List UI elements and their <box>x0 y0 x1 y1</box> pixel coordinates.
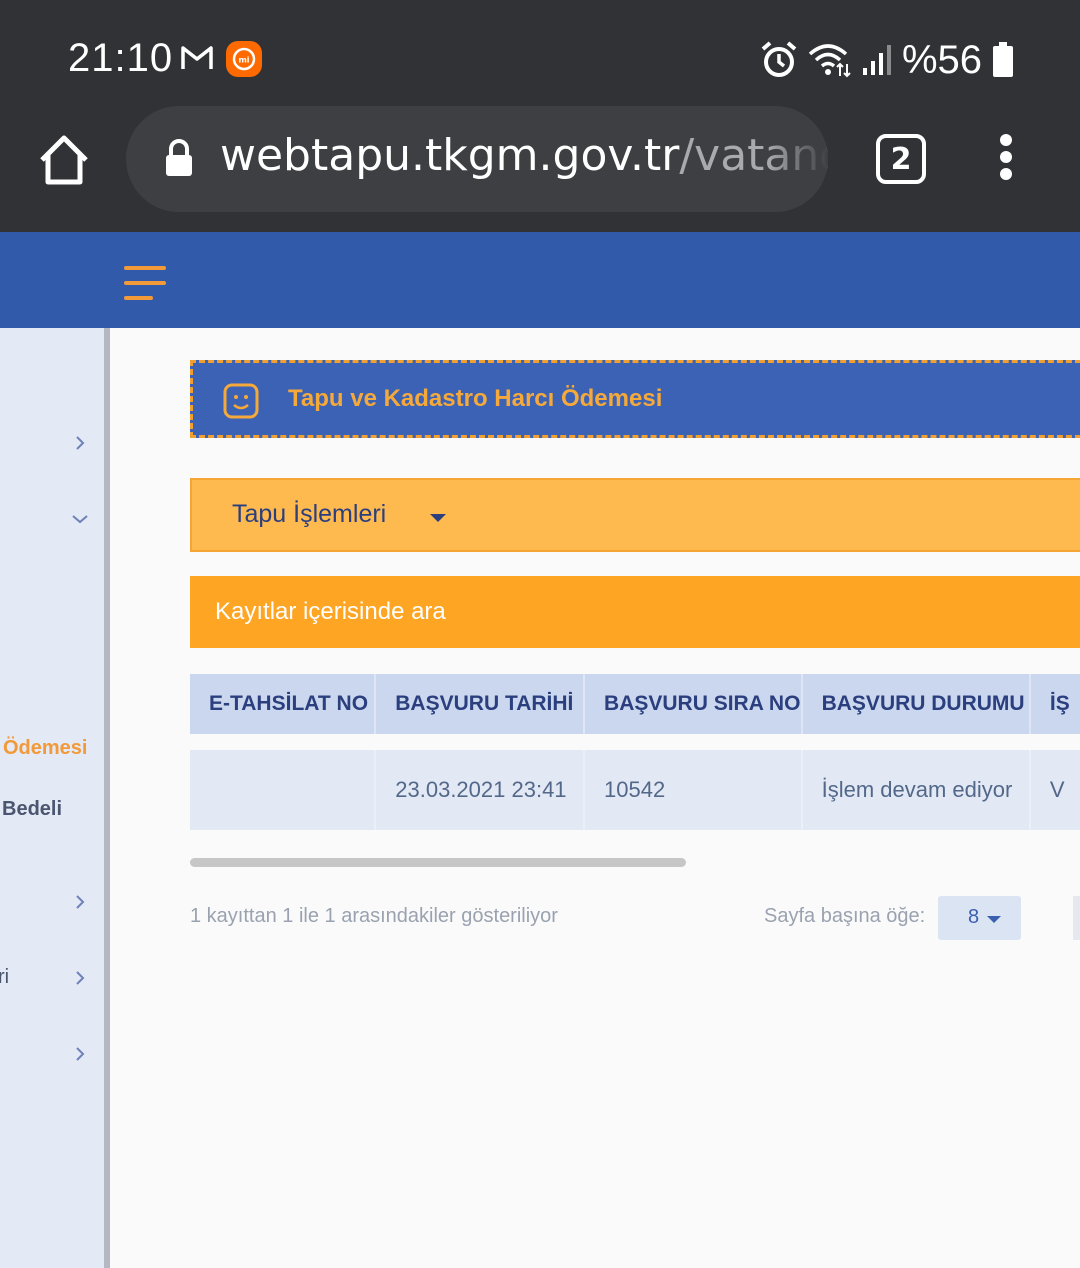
column-header[interactable]: BAŞVURU SIRA NO <box>585 674 803 734</box>
status-icons: %56 <box>760 38 1014 82</box>
column-header[interactable]: İŞ <box>1031 674 1080 734</box>
sidebar-item-odemesi[interactable]: Ödemesi <box>3 737 87 760</box>
caret-down-icon <box>430 514 446 522</box>
horizontal-scrollbar[interactable] <box>190 858 686 867</box>
smile-icon <box>223 383 259 419</box>
table-cell <box>190 750 377 830</box>
url-text[interactable]: webtapu.tkgm.gov.tr/vatanda <box>220 130 828 181</box>
page-title: Tapu ve Kadastro Harcı Ödemesi <box>288 385 663 412</box>
sidebar-item-ri[interactable]: ri <box>0 966 9 989</box>
wifi-icon <box>808 44 851 78</box>
transaction-type-dropdown[interactable]: Tapu İşlemleri <box>190 478 1080 552</box>
alarm-icon <box>761 41 797 77</box>
per-page-label: Sayfa başına öğe: <box>764 905 926 927</box>
chevron-right-icon[interactable] <box>70 968 90 988</box>
sidebar-item-bedeli[interactable]: Bedeli <box>2 798 62 821</box>
column-header[interactable]: E-TAHSİLAT NO <box>190 674 377 734</box>
gmail-icon <box>181 46 213 69</box>
battery-icon <box>993 42 1013 77</box>
address-bar[interactable]: webtapu.tkgm.gov.tr/vatanda <box>126 106 828 212</box>
mi-app-icon: mi <box>226 41 262 77</box>
column-header[interactable]: BAŞVURU DURUMU <box>803 674 1031 734</box>
search-input[interactable]: Kayıtlar içerisinde ara <box>190 576 1080 648</box>
svg-text:mi: mi <box>238 56 249 65</box>
pagination-info: 1 kayıttan 1 ile 1 arasındakiler gösteri… <box>190 905 558 927</box>
caret-down-icon <box>987 916 1001 923</box>
chevron-right-icon[interactable] <box>70 892 90 912</box>
tab-count: 2 <box>890 141 912 177</box>
home-icon[interactable] <box>36 132 92 188</box>
hamburger-menu-icon[interactable] <box>124 266 166 304</box>
chevron-right-icon[interactable] <box>70 1044 90 1064</box>
table-header: E-TAHSİLAT NO BAŞVURU TARİHİ BAŞVURU SIR… <box>190 674 1080 734</box>
url-host: webtapu.tkgm.gov.tr <box>220 130 680 181</box>
table-cell: V <box>1049 777 1065 802</box>
table-cell: 23.03.2021 23:41 <box>376 750 586 830</box>
table-cell: 10542 <box>585 750 803 830</box>
lock-icon <box>166 139 192 176</box>
table-row[interactable]: 23.03.2021 23:41 10542 İşlem devam ediyo… <box>190 750 1080 830</box>
site-header <box>0 232 1080 328</box>
status-bar: 21:10 mi %56 <box>0 0 1080 110</box>
tab-switcher-button[interactable]: 2 <box>876 134 926 184</box>
signal-icon <box>862 45 891 75</box>
chevron-right-icon[interactable] <box>70 433 90 453</box>
url-fade <box>768 106 828 212</box>
column-header[interactable]: BAŞVURU TARİHİ <box>376 674 586 734</box>
table-cell: İşlem devam ediyor <box>803 750 1031 830</box>
sidebar: Ödemesi Bedeli ri <box>0 328 110 1268</box>
overflow-menu-icon[interactable] <box>996 134 1016 184</box>
browser-toolbar: webtapu.tkgm.gov.tr/vatanda 2 <box>0 106 1080 232</box>
pagination-control[interactable] <box>1073 896 1080 940</box>
battery-percent: %56 <box>901 37 982 82</box>
chevron-down-icon[interactable] <box>70 509 90 529</box>
page-title-bar: Tapu ve Kadastro Harcı Ödemesi <box>190 360 1080 438</box>
per-page-select[interactable]: 8 <box>938 896 1021 940</box>
per-page-value: 8 <box>968 906 980 928</box>
status-time: 21:10 <box>68 36 174 80</box>
search-placeholder: Kayıtlar içerisinde ara <box>215 598 446 625</box>
dropdown-selected-value: Tapu İşlemleri <box>232 500 387 528</box>
